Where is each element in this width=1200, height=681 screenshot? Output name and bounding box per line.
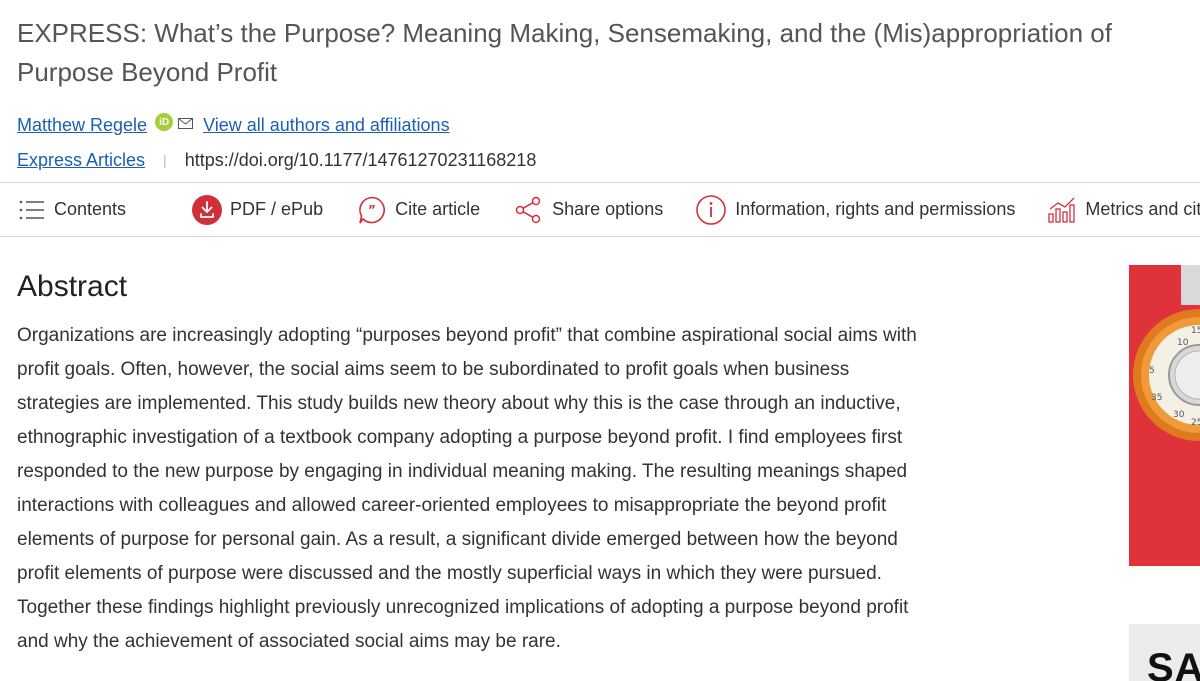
abstract-line: profit goals. Often, however, the social… <box>17 359 850 380</box>
advertisement-banner[interactable]: 10 15 5 30 25 35 <box>1129 265 1200 566</box>
share-label: Share options <box>552 199 664 219</box>
svg-text:15: 15 <box>1191 326 1200 336</box>
contents-button[interactable]: Contents <box>18 183 126 236</box>
combination-lock-image: 10 15 5 30 25 35 <box>1133 265 1200 441</box>
abstract-line: interactions with colleagues and allowed… <box>17 495 887 516</box>
metrics-icon <box>1048 197 1075 223</box>
orcid-icon[interactable]: iD <box>155 113 174 131</box>
abstract-line: elements of purpose for personal gain. A… <box>17 529 898 550</box>
quote-icon: ” <box>359 196 386 223</box>
article-toolbar: Contents PDF / ePub ” Cite article Share… <box>0 182 1200 237</box>
view-all-authors-link[interactable]: View all authors and affiliations <box>203 115 450 136</box>
svg-text:35: 35 <box>1151 393 1162 403</box>
meta-row: Express Articles | https://doi.org/10.11… <box>17 147 536 173</box>
pdf-button[interactable]: PDF / ePub <box>192 183 323 236</box>
abstract-body: Organizations are increasingly adopting … <box>17 319 992 659</box>
info-icon <box>696 194 727 225</box>
svg-text:”: ” <box>368 203 376 217</box>
svg-text:5: 5 <box>1149 366 1155 376</box>
svg-text:10: 10 <box>1177 338 1189 348</box>
article-title: EXPRESS: What’s the Purpose? Meaning Mak… <box>17 18 1112 87</box>
abstract-line: ethnographic investigation of a textbook… <box>17 427 903 448</box>
share-icon <box>515 196 541 223</box>
author-row: Matthew Regele iD View all authors and a… <box>17 112 450 138</box>
abstract-line: Together these findings highlight previo… <box>17 597 909 618</box>
abstract-line: Organizations are increasingly adopting … <box>17 325 917 346</box>
share-button[interactable]: Share options <box>514 183 663 236</box>
info-label: Information, rights and permissions <box>735 199 1016 219</box>
section-link[interactable]: Express Articles <box>17 150 145 171</box>
pdf-label: PDF / ePub <box>230 199 324 219</box>
contents-label: Contents <box>54 199 127 219</box>
abstract-line: responded to the new purpose by engaging… <box>17 461 908 482</box>
abstract-line: profit elements of purpose were discusse… <box>17 563 882 584</box>
abstract-heading: Abstract <box>17 270 128 303</box>
meta-divider: | <box>163 152 167 168</box>
mail-icon[interactable] <box>178 113 194 134</box>
info-button[interactable]: Information, rights and permissions <box>695 183 1015 236</box>
ad-text: SA <box>1147 646 1200 681</box>
abstract-line: and why the achievement of associated so… <box>17 631 561 652</box>
svg-text:25: 25 <box>1191 418 1200 428</box>
cite-label: Cite article <box>395 199 481 219</box>
author-link[interactable]: Matthew Regele <box>17 115 147 136</box>
download-icon <box>192 194 223 225</box>
svg-text:30: 30 <box>1173 410 1185 420</box>
doi-text[interactable]: https://doi.org/10.1177/1476127023116821… <box>185 150 537 171</box>
advertisement-banner-secondary[interactable]: SA <box>1129 624 1200 681</box>
list-icon <box>19 200 44 219</box>
metrics-button[interactable]: Metrics and citations <box>1047 183 1200 236</box>
abstract-line: strategies are implemented. This study b… <box>17 393 901 414</box>
cite-button[interactable]: ” Cite article <box>357 183 480 236</box>
metrics-label: Metrics and citations <box>1085 199 1200 219</box>
